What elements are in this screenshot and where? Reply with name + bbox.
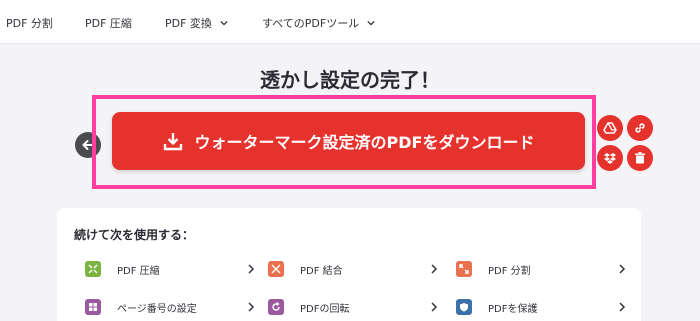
tool-split-pdf[interactable]: PDF 分割 [456,259,626,279]
delete-button[interactable] [627,145,653,171]
dropbox-button[interactable] [597,145,623,171]
chevron-right-icon [431,302,438,312]
google-drive-button[interactable] [597,115,623,141]
rotate-icon [268,299,284,315]
page-title: 透かし設定の完了！ [260,68,440,92]
split-icon [456,261,472,277]
top-navigation: PDF 分割 PDF 圧縮 PDF 変換 すべてのPDFツール [0,0,700,44]
download-button[interactable]: ウォーターマーク設定済のPDFをダウンロード [112,112,585,170]
tool-compress-pdf-label: PDF 圧縮 [117,265,160,277]
link-icon [635,123,645,133]
chevron-down-icon [367,20,375,26]
nav-all-tools[interactable]: すべてのPDFツール [262,15,375,31]
nav-compress-pdf-label: PDF 圧縮 [85,17,132,30]
nav-all-tools-label: すべてのPDFツール [262,17,360,30]
tool-page-numbers[interactable]: ページ番号の設定 [85,297,255,317]
chevron-right-icon [619,302,626,312]
page-numbers-icon [85,299,101,315]
tool-protect-pdf[interactable]: PDFを保護 [456,297,626,317]
nav-split-pdf-label: PDF 分割 [6,17,53,30]
trash-icon [635,152,645,164]
chevron-right-icon [248,264,255,274]
chevron-right-icon [619,264,626,274]
tool-split-pdf-label: PDF 分割 [488,265,531,277]
merge-icon [268,261,284,277]
tool-protect-pdf-label: PDFを保護 [488,303,538,315]
copy-link-button[interactable] [627,115,653,141]
continue-heading: 続けて次を使用する： [74,228,195,242]
tool-rotate-pdf-label: PDFの回転 [300,303,350,315]
chevron-down-icon [220,20,228,26]
tool-merge-pdf[interactable]: PDF 結合 [268,259,438,279]
nav-convert-pdf-label: PDF 変換 [165,17,212,30]
chevron-right-icon [431,264,438,274]
nav-split-pdf[interactable]: PDF 分割 [6,15,53,31]
download-icon [163,133,182,151]
download-button-label: ウォーターマーク設定済のPDFをダウンロード [194,133,535,152]
nav-compress-pdf[interactable]: PDF 圧縮 [85,15,132,31]
google-drive-icon [603,122,617,134]
tool-merge-pdf-label: PDF 結合 [300,265,343,277]
chevron-right-icon [248,302,255,312]
compress-icon [85,261,101,277]
shield-icon [456,299,472,315]
nav-convert-pdf[interactable]: PDF 変換 [165,15,228,31]
dropbox-icon [604,153,616,164]
tool-rotate-pdf[interactable]: PDFの回転 [268,297,438,317]
tool-compress-pdf[interactable]: PDF 圧縮 [85,259,255,279]
tool-page-numbers-label: ページ番号の設定 [117,303,197,315]
